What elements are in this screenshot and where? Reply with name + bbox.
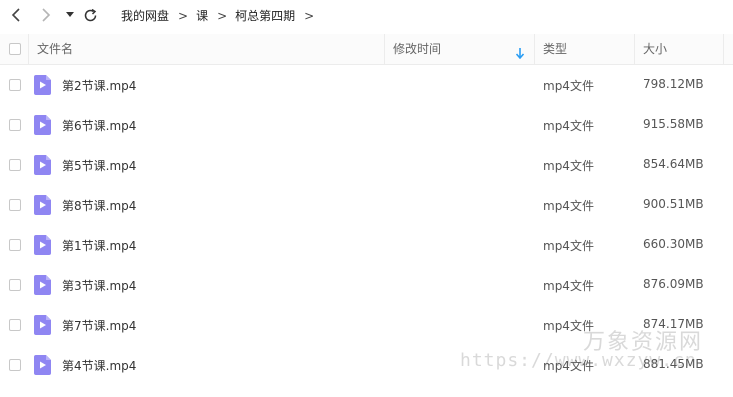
table-row[interactable]: 第8节课.mp4 mp4文件 900.51MB [0,185,733,225]
video-file-icon [34,355,51,375]
file-type: mp4文件 [543,279,594,293]
file-size: 854.64MB [643,157,704,171]
row-checkbox[interactable] [9,119,21,131]
file-type: mp4文件 [543,239,594,253]
row-checkbox[interactable] [9,79,21,91]
file-name[interactable]: 第8节课.mp4 [62,197,136,214]
column-divider[interactable] [634,34,635,64]
column-divider[interactable] [384,34,385,64]
table-header: 文件名 修改时间 类型 大小 [0,34,733,65]
file-name[interactable]: 第6节课.mp4 [62,117,136,134]
file-size: 915.58MB [643,117,704,131]
file-name[interactable]: 第3节课.mp4 [62,277,136,294]
row-checkbox[interactable] [9,159,21,171]
video-file-icon [34,75,51,95]
column-divider [28,34,29,64]
column-divider[interactable] [534,34,535,64]
header-type[interactable]: 类型 [543,34,567,64]
file-name[interactable]: 第7节课.mp4 [62,317,136,334]
row-checkbox[interactable] [9,199,21,211]
file-name[interactable]: 第2节课.mp4 [62,77,136,94]
row-checkbox[interactable] [9,279,21,291]
file-size: 798.12MB [643,77,704,91]
breadcrumb: 我的网盘 > 课 > 柯总第四期 > [121,7,322,24]
file-type: mp4文件 [543,159,594,173]
table-row[interactable]: 第1节课.mp4 mp4文件 660.30MB [0,225,733,265]
sort-descending-icon[interactable] [515,44,525,63]
table-row[interactable]: 第2节课.mp4 mp4文件 798.12MB [0,65,733,105]
header-size[interactable]: 大小 [643,34,667,64]
row-checkbox[interactable] [9,239,21,251]
video-file-icon [34,115,51,135]
file-type: mp4文件 [543,119,594,133]
video-file-icon [34,195,51,215]
video-file-icon [34,155,51,175]
file-name[interactable]: 第1节课.mp4 [62,237,136,254]
back-arrow-icon[interactable] [6,5,26,25]
video-file-icon [34,315,51,335]
breadcrumb-separator: > [178,9,189,23]
row-checkbox[interactable] [9,359,21,371]
refresh-icon[interactable] [80,5,100,25]
file-size: 876.09MB [643,277,704,291]
table-row[interactable]: 第5节课.mp4 mp4文件 854.64MB [0,145,733,185]
file-name[interactable]: 第5节课.mp4 [62,157,136,174]
video-file-icon [34,275,51,295]
row-checkbox[interactable] [9,319,21,331]
select-all-checkbox[interactable] [9,43,21,55]
navigation-bar: 我的网盘 > 课 > 柯总第四期 > [0,0,733,30]
history-dropdown-icon[interactable] [60,5,80,25]
breadcrumb-item[interactable]: 我的网盘 [121,9,169,23]
file-type: mp4文件 [543,79,594,93]
breadcrumb-separator: > [304,9,315,23]
column-divider[interactable] [723,34,724,64]
file-name[interactable]: 第4节课.mp4 [62,357,136,374]
file-size: 900.51MB [643,197,704,211]
breadcrumb-separator: > [217,9,228,23]
forward-arrow-icon[interactable] [36,5,56,25]
watermark-url: https://www.wxzyw.cn [460,350,697,371]
breadcrumb-item[interactable]: 柯总第四期 [235,9,295,23]
breadcrumb-item[interactable]: 课 [196,9,208,23]
video-file-icon [34,235,51,255]
file-type: mp4文件 [543,199,594,213]
table-row[interactable]: 第3节课.mp4 mp4文件 876.09MB [0,265,733,305]
file-size: 660.30MB [643,237,704,251]
header-modified[interactable]: 修改时间 [393,34,441,64]
header-name[interactable]: 文件名 [37,34,73,64]
table-row[interactable]: 第6节课.mp4 mp4文件 915.58MB [0,105,733,145]
